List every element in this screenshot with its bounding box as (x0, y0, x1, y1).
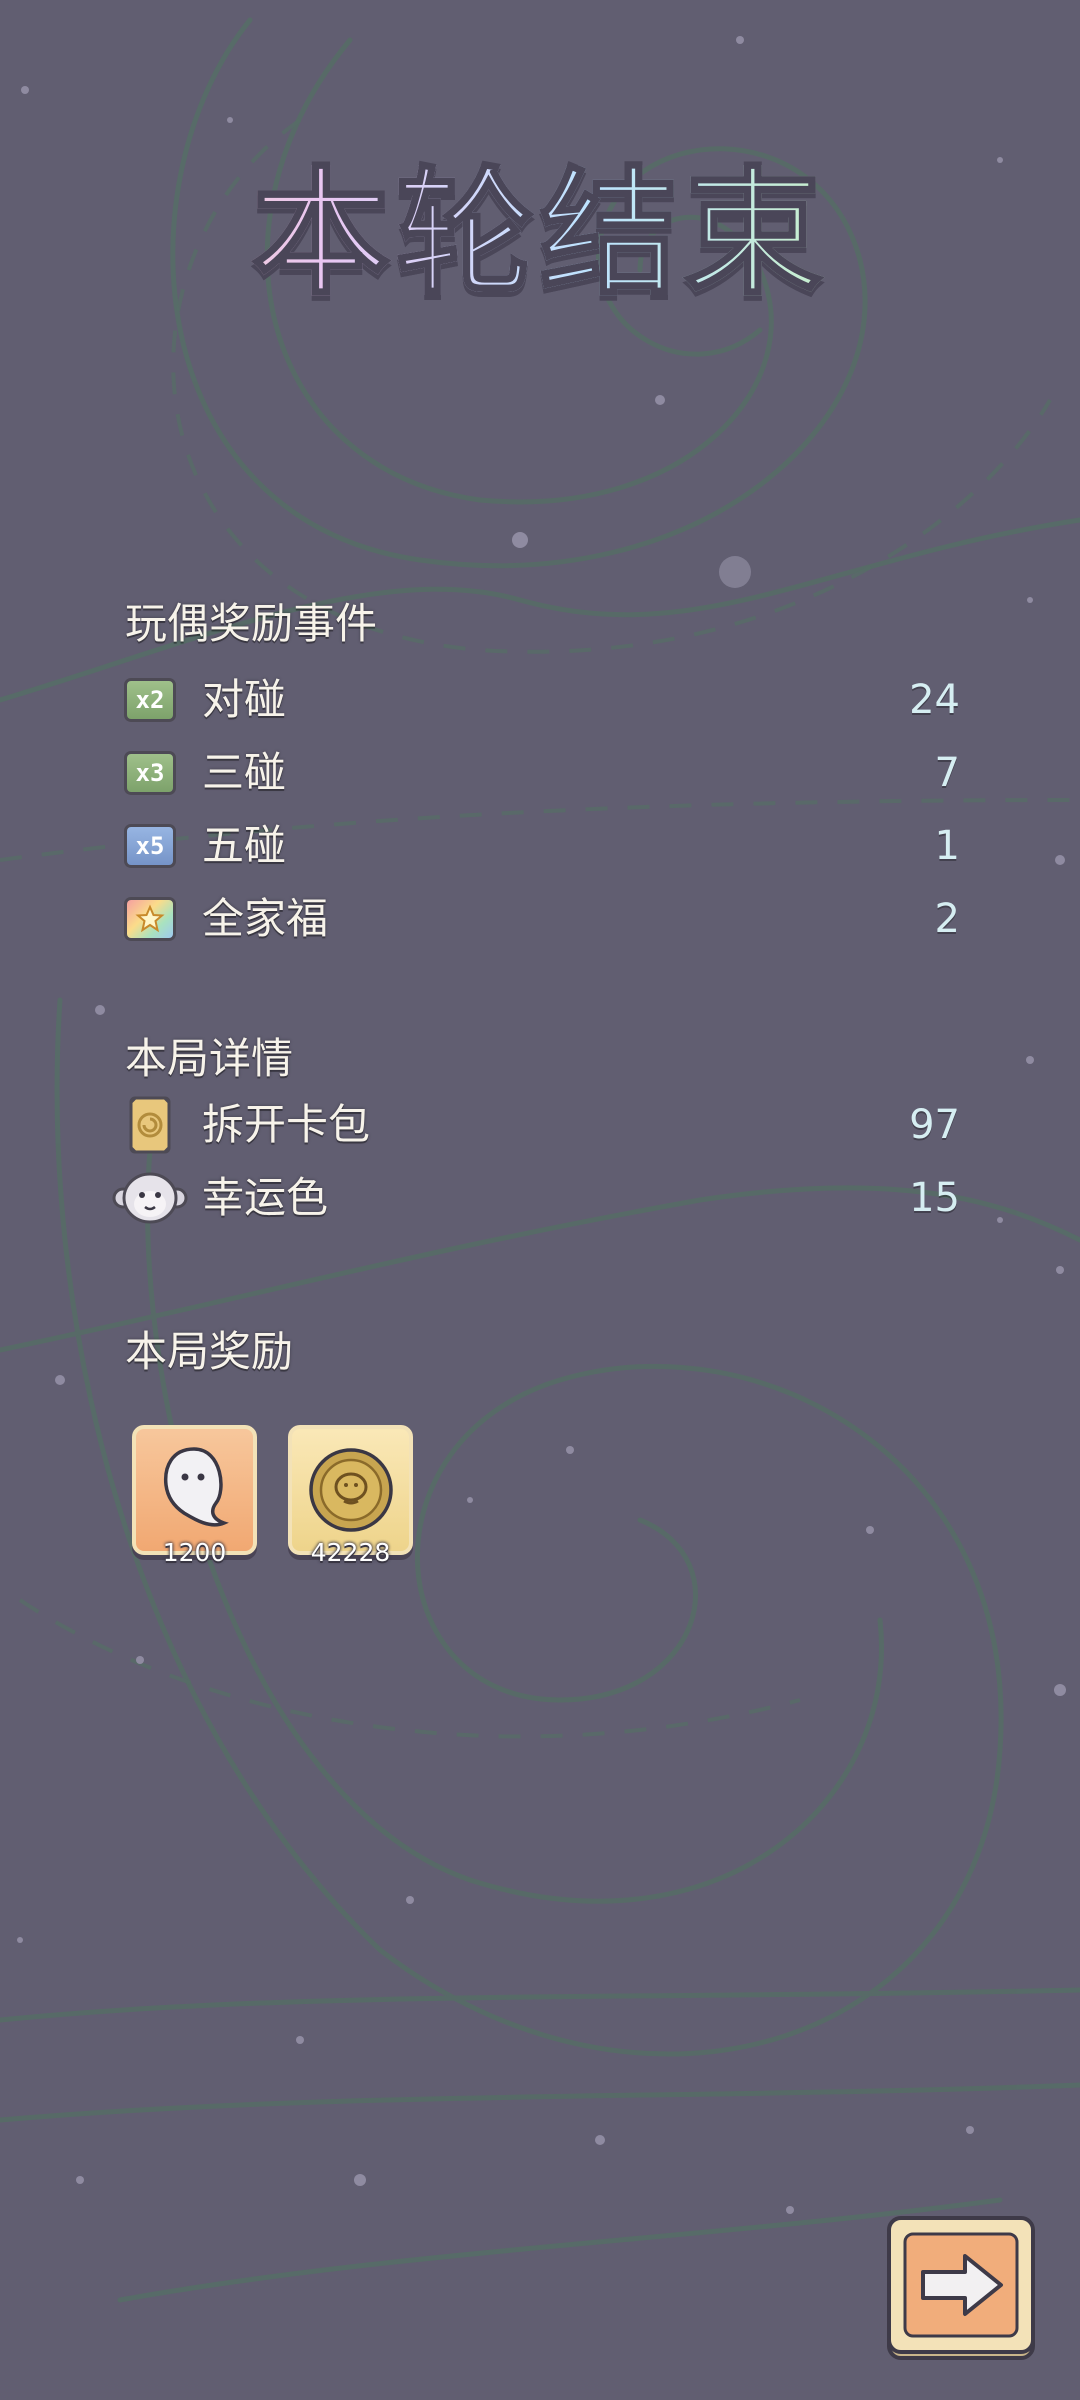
doll-event-row-five: x5 五碰 1 (120, 816, 960, 876)
round-end-title: 本轮结束 (0, 163, 1080, 304)
reward-count: 42228 (310, 1538, 391, 1567)
detail-value: 15 (909, 1175, 960, 1221)
doll-event-label: 三碰 (202, 748, 287, 797)
detail-value: 97 (909, 1102, 960, 1148)
reward-count: 1200 (162, 1538, 227, 1567)
detail-row-lucky-color: 幸运色 15 (112, 1168, 960, 1228)
monkey-icon (112, 1172, 188, 1224)
round-rewards-heading: 本局奖励 (125, 1327, 294, 1376)
detail-label: 幸运色 (202, 1173, 329, 1222)
detail-row-card-packs: 拆开卡包 97 (120, 1095, 960, 1155)
star-icon (135, 904, 165, 933)
round-details-heading: 本局详情 (125, 1034, 294, 1083)
ghost-currency-icon (163, 1447, 229, 1527)
reward-ghost: 1200 (132, 1425, 257, 1567)
doll-event-row-triple: x3 三碰 7 (120, 743, 960, 803)
doll-event-value: 7 (934, 750, 960, 796)
doll-event-value: 24 (909, 677, 960, 723)
x3-badge-icon: x3 (124, 751, 176, 795)
doll-event-value: 1 (934, 823, 960, 869)
doll-event-value: 2 (934, 896, 960, 942)
doll-event-row-pair: x2 对碰 24 (120, 670, 960, 730)
detail-label: 拆开卡包 (202, 1100, 371, 1149)
card-pack-icon (129, 1096, 171, 1154)
doll-event-label: 对碰 (202, 675, 287, 724)
doll-events-heading: 玩偶奖励事件 (125, 599, 378, 648)
doll-event-row-family: 全家福 2 (120, 889, 960, 949)
next-arrow-button[interactable] (883, 2212, 1039, 2364)
doll-event-label: 五碰 (202, 821, 287, 870)
doll-event-label: 全家福 (202, 894, 329, 943)
reward-gold: 42228 (288, 1425, 413, 1567)
x2-badge-icon: x2 (124, 678, 176, 722)
x5-badge-icon: x5 (124, 824, 176, 868)
star-badge-icon (124, 897, 176, 941)
gold-coin-icon (309, 1448, 393, 1532)
